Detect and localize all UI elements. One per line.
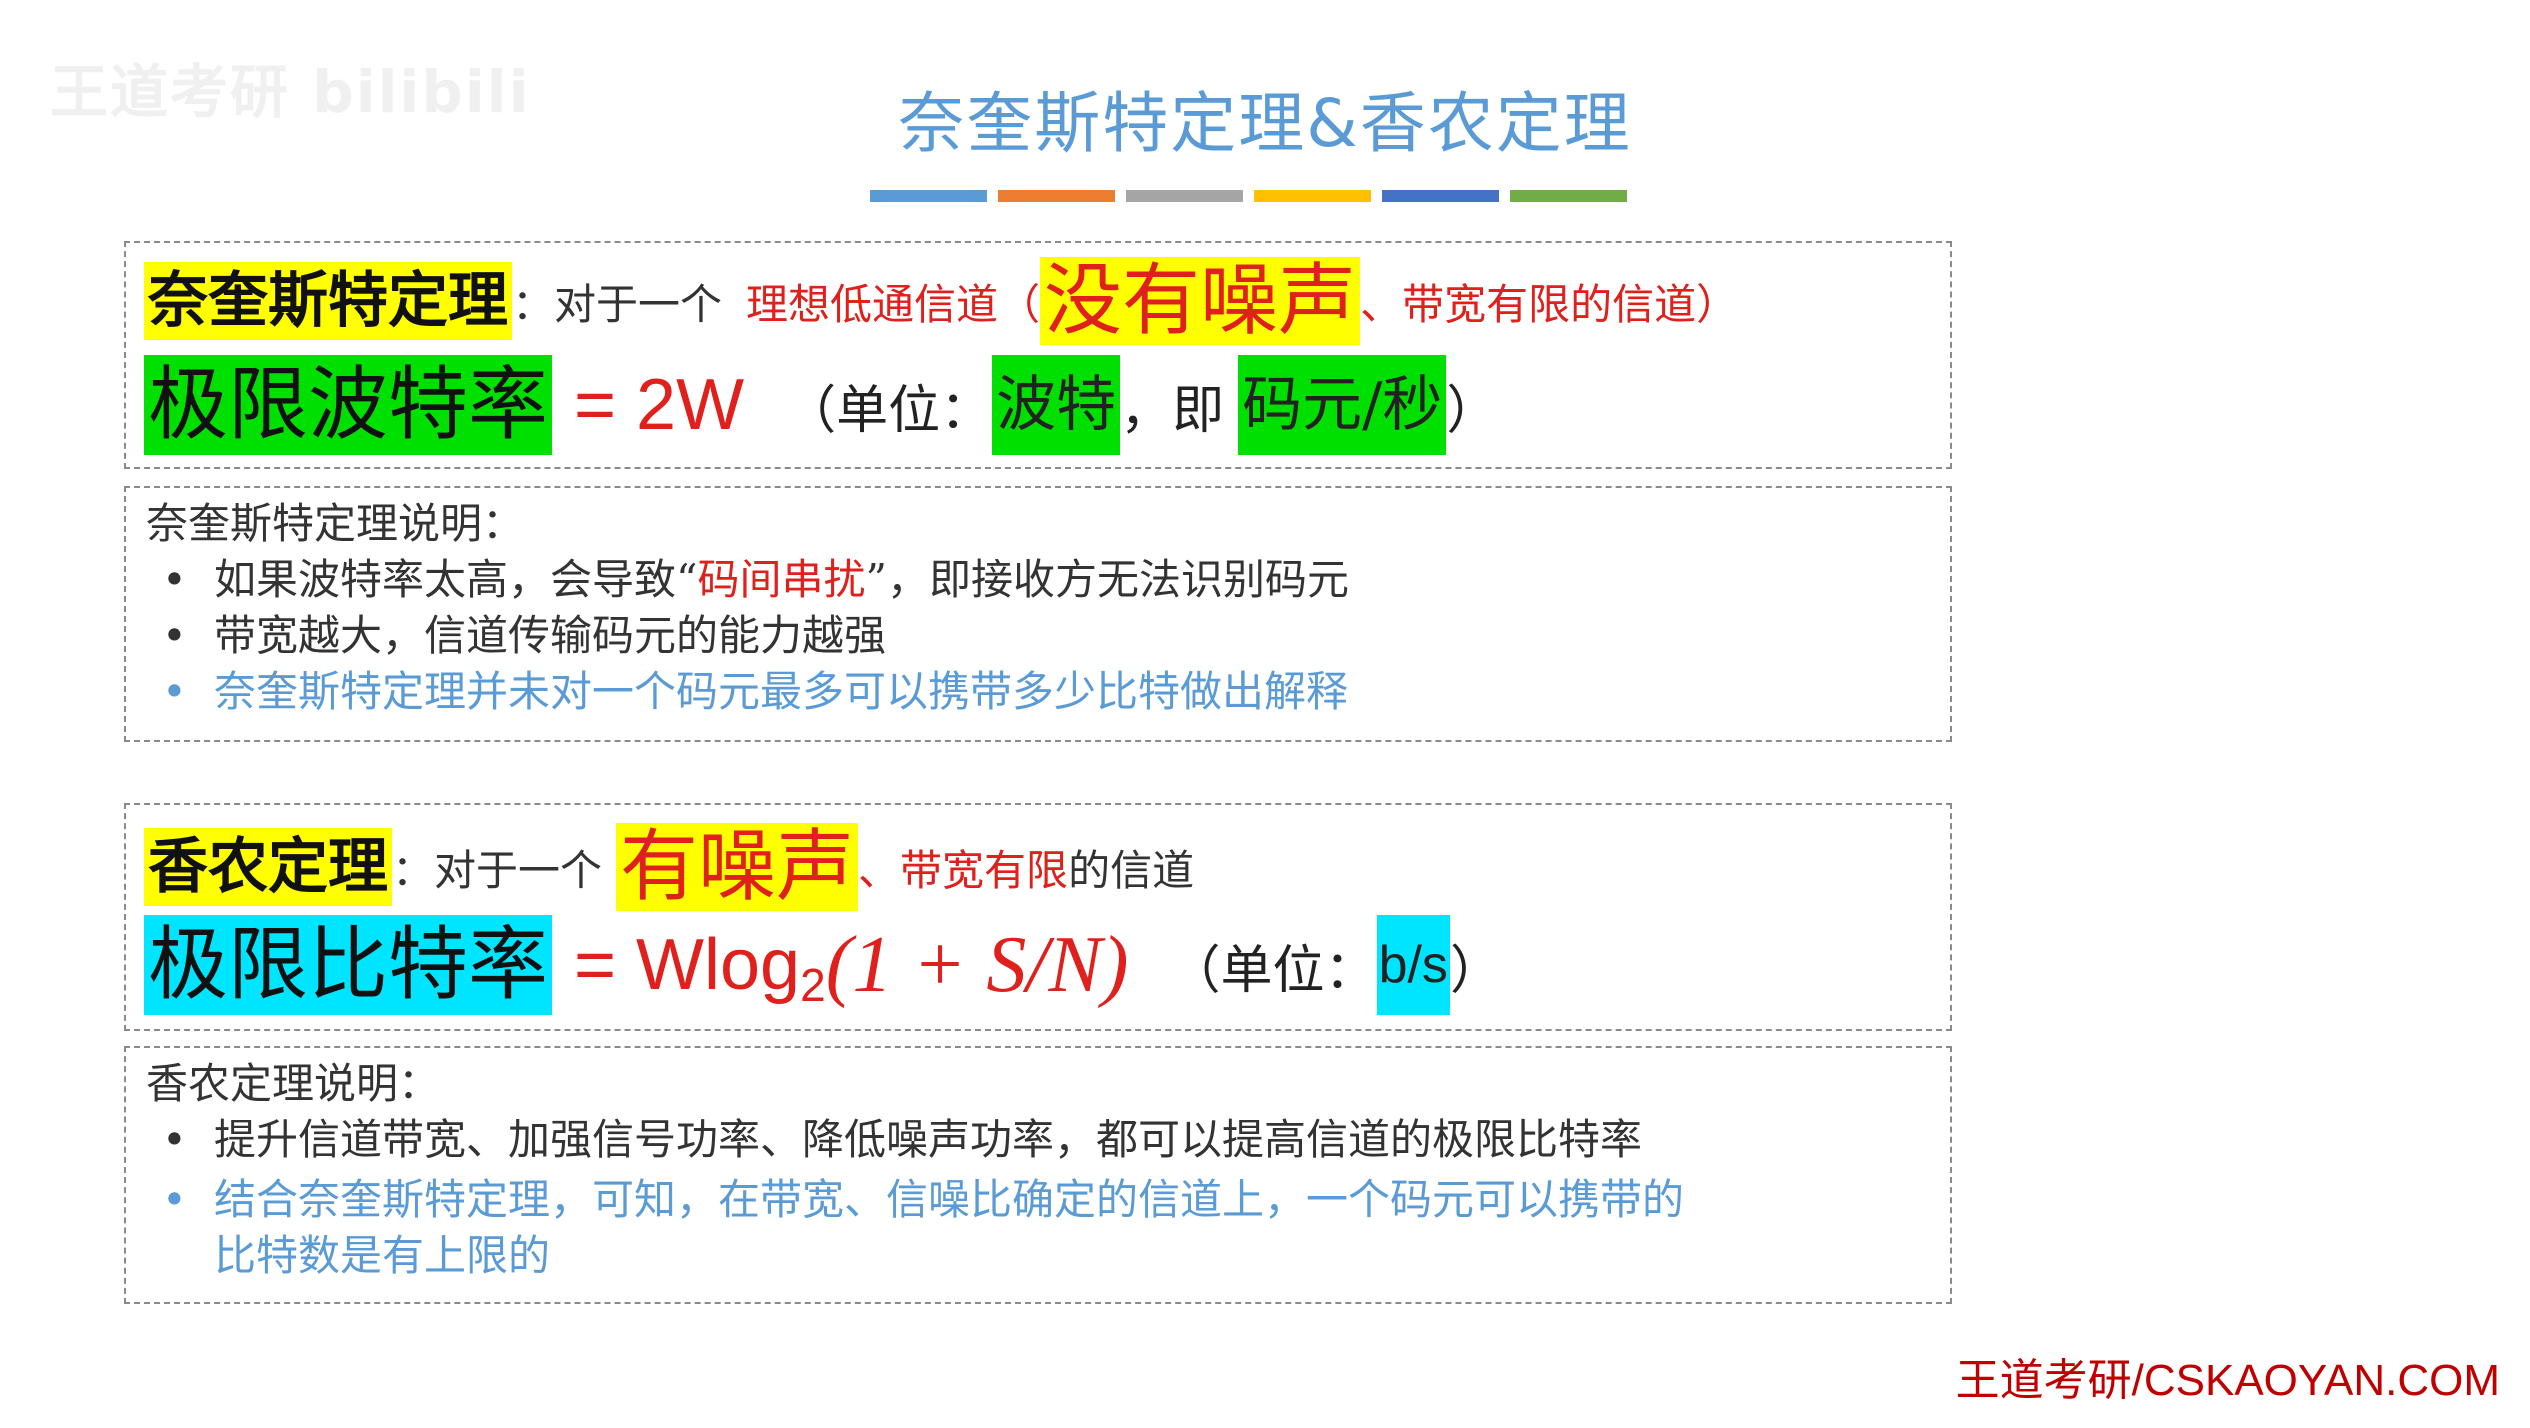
shannon-intro: 对于一个 bbox=[434, 845, 603, 895]
nyquist-note-1-a: 如果波特率太高，会导致“ bbox=[214, 555, 698, 604]
shannon-note-2-line-2: 比特数是有上限的 bbox=[214, 1231, 551, 1280]
title-color-bars bbox=[870, 190, 1627, 202]
bullet-dot: • bbox=[162, 611, 187, 660]
nyquist-heading: 奈奎斯特定理 bbox=[144, 262, 512, 340]
shannon-note-2-line-1: 结合奈奎斯特定理，可知，在带宽、信噪比确定的信道上，一个码元可以携带的 bbox=[214, 1175, 1685, 1224]
nyquist-notes-title: 奈奎斯特定理说明： bbox=[146, 499, 525, 548]
shannon-formula-body: (1 + S/N) bbox=[825, 920, 1129, 1009]
shannon-note-1: • 提升信道带宽、加强信号功率、降低噪声功率，都可以提高信道的极限比特率 bbox=[146, 1112, 1936, 1168]
nyquist-unit-close: ） bbox=[1446, 380, 1499, 441]
slide-title: 奈奎斯特定理&香农定理 bbox=[898, 85, 1632, 162]
color-bar-3 bbox=[1126, 190, 1243, 202]
shannon-unit-open: （单位： bbox=[1168, 940, 1377, 1001]
nyquist-note-2-text: 带宽越大，信道传输码元的能力越强 bbox=[214, 611, 887, 660]
nyquist-formula-line: 极限波特率 = 2W （单位： 波特 ，即 码元/秒 ） bbox=[144, 355, 1498, 455]
nyquist-note-1-keyword: 码间串扰 bbox=[697, 555, 866, 604]
shannon-colon: ： bbox=[392, 845, 435, 895]
nyquist-note-1-c: ”，即接收方无法识别码元 bbox=[865, 555, 1349, 604]
shannon-unit-close: ） bbox=[1449, 940, 1502, 1001]
bullet-dot: • bbox=[162, 555, 187, 604]
nyquist-note-3-text: 奈奎斯特定理并未对一个码元最多可以携带多少比特做出解释 bbox=[214, 667, 1349, 716]
nyquist-theorem-panel: 奈奎斯特定理 ： 对于一个 理想低通信道（ 没有噪声 、带宽有限的信道） 极限波… bbox=[124, 241, 1952, 469]
shannon-unit-bps: b/s bbox=[1376, 915, 1450, 1015]
shannon-heading: 香农定理 bbox=[144, 828, 392, 906]
nyquist-unit-symbols: 码元/秒 bbox=[1238, 355, 1447, 455]
shannon-formula-prefix: = Wlog bbox=[574, 925, 801, 1005]
nyquist-channel-desc-b: 、带宽有限的信道） bbox=[1360, 279, 1739, 329]
shannon-statement: 香农定理 ： 对于一个 有噪声 、带宽有限 的信道 bbox=[144, 823, 1194, 911]
nyquist-unit-mid: ，即 bbox=[1120, 380, 1225, 441]
nyquist-colon: ： bbox=[512, 279, 555, 329]
color-bar-4 bbox=[1254, 190, 1371, 202]
shannon-formula-sub: 2 bbox=[800, 959, 826, 1011]
nyquist-notes-panel: 奈奎斯特定理说明： • 如果波特率太高，会导致“码间串扰”，即接收方无法识别码元… bbox=[124, 486, 1952, 742]
shannon-noise: 有噪声 bbox=[616, 823, 859, 911]
nyquist-channel-desc-a: 理想低通信道（ bbox=[746, 279, 1041, 329]
nyquist-no-noise: 没有噪声 bbox=[1040, 257, 1361, 345]
nyquist-intro: 对于一个 bbox=[554, 279, 723, 329]
nyquist-formula-label: 极限波特率 bbox=[144, 355, 552, 455]
footer-brand: 王道考研/CSKAOYAN.COM bbox=[1955, 1356, 2500, 1405]
shannon-channel-end: 的信道 bbox=[1068, 845, 1195, 895]
shannon-formula-label: 极限比特率 bbox=[144, 915, 552, 1015]
nyquist-formula: = 2W bbox=[574, 365, 745, 445]
color-bar-1 bbox=[870, 190, 987, 202]
color-bar-5 bbox=[1382, 190, 1499, 202]
nyquist-note-1: • 如果波特率太高，会导致“码间串扰”，即接收方无法识别码元 bbox=[146, 552, 1936, 608]
shannon-note-2: • 结合奈奎斯特定理，可知，在带宽、信噪比确定的信道上，一个码元可以携带的 比特… bbox=[146, 1172, 1936, 1284]
nyquist-unit-baud: 波特 bbox=[992, 355, 1121, 455]
nyquist-statement: 奈奎斯特定理 ： 对于一个 理想低通信道（ 没有噪声 、带宽有限的信道） bbox=[144, 257, 1738, 345]
color-bar-2 bbox=[998, 190, 1115, 202]
nyquist-unit-open: （单位： bbox=[784, 380, 993, 441]
shannon-theorem-panel: 香农定理 ： 对于一个 有噪声 、带宽有限 的信道 极限比特率 = Wlog 2… bbox=[124, 803, 1952, 1031]
shannon-note-1-text: 提升信道带宽、加强信号功率、降低噪声功率，都可以提高信道的极限比特率 bbox=[214, 1115, 1643, 1164]
bullet-dot: • bbox=[162, 1175, 187, 1224]
bullet-dot: • bbox=[162, 1115, 187, 1164]
shannon-notes-title: 香农定理说明： bbox=[146, 1059, 441, 1108]
color-bar-6 bbox=[1510, 190, 1627, 202]
shannon-formula-line: 极限比特率 = Wlog 2 (1 + S/N) （单位： b/s ） bbox=[144, 915, 1502, 1015]
nyquist-note-2: • 带宽越大，信道传输码元的能力越强 bbox=[146, 608, 1936, 664]
bullet-dot: • bbox=[162, 667, 187, 716]
shannon-channel-desc: 、带宽有限 bbox=[858, 845, 1069, 895]
shannon-notes-panel: 香农定理说明： • 提升信道带宽、加强信号功率、降低噪声功率，都可以提高信道的极… bbox=[124, 1046, 1952, 1304]
nyquist-note-3: • 奈奎斯特定理并未对一个码元最多可以携带多少比特做出解释 bbox=[146, 664, 1936, 720]
